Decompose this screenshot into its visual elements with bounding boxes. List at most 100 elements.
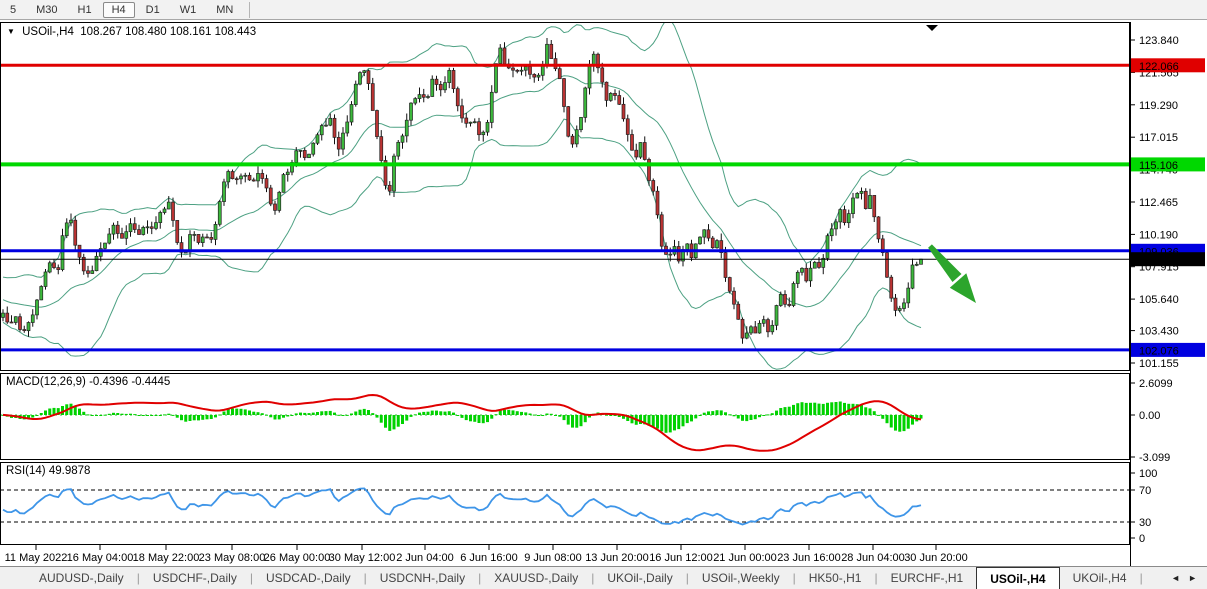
macd-histogram-bar xyxy=(482,415,485,423)
tabs-scroll-left-icon[interactable]: ◄ xyxy=(1171,573,1180,583)
macd-histogram-bar xyxy=(363,409,366,415)
tab-audusd-daily[interactable]: AUDUSD-,Daily xyxy=(26,567,137,589)
macd-histogram-bar xyxy=(796,403,799,415)
candle-body xyxy=(274,204,277,210)
price-tick-label: 123.840 xyxy=(1139,35,1179,47)
candle-body xyxy=(643,143,646,160)
candle-body xyxy=(31,315,34,323)
candle-body xyxy=(490,92,493,122)
candle-body xyxy=(767,320,770,332)
tab-hk50-h1[interactable]: HK50-,H1 xyxy=(796,567,875,589)
candle-body xyxy=(754,327,757,333)
macd-histogram-bar xyxy=(329,411,332,415)
candle-body xyxy=(53,263,56,268)
candle-body xyxy=(444,83,447,90)
candle-body xyxy=(414,99,417,104)
macd-histogram-bar xyxy=(860,405,863,415)
candle-body xyxy=(252,180,255,181)
macd-histogram-bar xyxy=(435,411,438,415)
candle-body xyxy=(775,306,778,326)
macd-histogram-bar xyxy=(512,410,515,415)
symbol-dropdown-icon[interactable]: ▼ xyxy=(7,27,15,36)
macd-histogram-bar xyxy=(839,402,842,416)
candle-body xyxy=(571,136,574,144)
macd-histogram-bar xyxy=(350,414,353,416)
candle-body xyxy=(762,320,765,324)
candle-body xyxy=(129,224,132,232)
macd-histogram-bar xyxy=(371,413,374,415)
rsi-panel[interactable] xyxy=(1,463,1130,545)
candle-body xyxy=(745,333,748,338)
macd-histogram-bar xyxy=(801,402,804,415)
tab-ukoil-daily[interactable]: UKOil-,Daily xyxy=(594,567,685,589)
macd-histogram-bar xyxy=(733,415,736,416)
candle-body xyxy=(779,294,782,305)
candle-body xyxy=(19,317,22,330)
main-chart-panel[interactable] xyxy=(1,23,1130,371)
candle-body xyxy=(248,175,251,180)
price-tick-label: 101.155 xyxy=(1139,358,1179,370)
macd-histogram-bar xyxy=(707,411,710,415)
macd-histogram-bar xyxy=(176,415,179,418)
macd-histogram-bar xyxy=(456,415,459,416)
candle-body xyxy=(456,89,459,106)
tabbar-left-pad xyxy=(0,567,26,589)
price-chart-svg[interactable]: 123.840121.565119.290117.015114.740112.4… xyxy=(0,0,1207,566)
candle-body xyxy=(65,223,68,236)
tab-usoil-weekly[interactable]: USOil-,Weekly xyxy=(689,567,793,589)
tab-usdcad-daily[interactable]: USDCAD-,Daily xyxy=(253,567,364,589)
macd-histogram-bar xyxy=(299,413,302,415)
candle-body xyxy=(529,67,532,75)
macd-histogram-bar xyxy=(261,413,264,415)
macd-histogram-bar xyxy=(146,415,149,416)
macd-histogram-bar xyxy=(223,412,226,416)
macd-histogram-bar xyxy=(159,415,162,416)
tab-usdchf-daily[interactable]: USDCHF-,Daily xyxy=(140,567,250,589)
candle-body xyxy=(652,181,655,192)
macd-histogram-bar xyxy=(575,415,578,428)
macd-histogram-bar xyxy=(452,413,455,415)
macd-histogram-bar xyxy=(881,415,884,419)
tab-usdcnh-daily[interactable]: USDCNH-,Daily xyxy=(367,567,478,589)
candle-body xyxy=(482,132,485,135)
macd-histogram-bar xyxy=(99,415,102,416)
macd-histogram-bar xyxy=(903,415,906,431)
candle-body xyxy=(448,70,451,82)
candle-body xyxy=(401,136,404,142)
macd-histogram-bar xyxy=(354,412,357,416)
tab-usoil-h4[interactable]: USOil-,H4 xyxy=(976,567,1059,589)
candle-body xyxy=(44,272,47,287)
tab-ukoil-h4[interactable]: UKOil-,H4 xyxy=(1060,567,1140,589)
candle-body xyxy=(108,234,111,243)
macd-histogram-bar xyxy=(686,415,689,423)
macd-histogram-bar xyxy=(189,415,192,421)
candle-body xyxy=(903,303,906,309)
price-axis: 123.840121.565119.290117.015114.740112.4… xyxy=(1130,35,1205,545)
macd-histogram-bar xyxy=(359,410,362,415)
time-tick-label: 23 May 08:00 xyxy=(199,552,266,564)
candle-body xyxy=(95,256,98,270)
candle-body xyxy=(890,277,893,298)
candle-body xyxy=(516,70,519,71)
macd-histogram-bar xyxy=(244,409,247,415)
candle-body xyxy=(435,79,438,84)
tabs-scroll-right-icon[interactable]: ► xyxy=(1188,573,1197,583)
candle-body xyxy=(699,237,702,244)
price-badge-label: 115.106 xyxy=(1139,160,1178,172)
macd-histogram-bar xyxy=(767,414,770,415)
tab-eurchf-h1[interactable]: EURCHF-,H1 xyxy=(878,567,977,589)
candle-body xyxy=(138,230,141,235)
macd-histogram-bar xyxy=(750,415,753,420)
macd-histogram-bar xyxy=(376,415,379,418)
candle-body xyxy=(533,74,536,77)
macd-histogram-bar xyxy=(741,415,744,421)
macd-histogram-bar xyxy=(214,415,217,417)
candle-body xyxy=(622,104,625,119)
macd-histogram-bar xyxy=(418,413,421,415)
tab-xauusd-daily[interactable]: XAUUSD-,Daily xyxy=(481,567,591,589)
time-tick-label: 13 Jun 20:00 xyxy=(585,552,649,564)
candle-body xyxy=(210,237,213,239)
macd-histogram-bar xyxy=(503,410,506,415)
macd-histogram-bar xyxy=(584,415,587,422)
candle-body xyxy=(197,234,200,242)
